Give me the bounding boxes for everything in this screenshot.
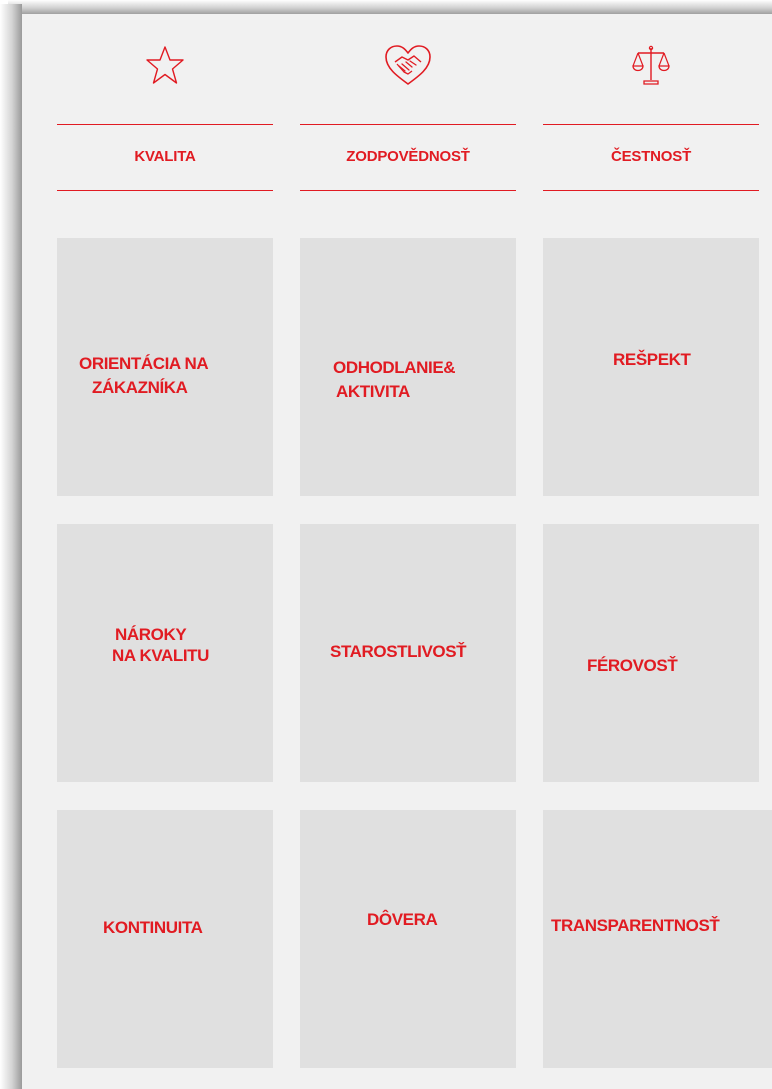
column-header-cestnost: ČESTNOSŤ <box>543 14 759 214</box>
tile-label: ODHODLANIE& AKTIVITA <box>333 358 456 401</box>
tile-label: ORIENTÁCIA NA ZÁKAZNÍKA <box>79 354 209 397</box>
tile-label: NÁROKY NA KVALITU <box>112 625 210 665</box>
tile-label: TRANSPARENTNOSŤ <box>551 916 720 935</box>
value-tile: DÔVERA <box>300 810 516 1068</box>
header-bottom-rule <box>57 190 273 191</box>
value-tile: KONTINUITA <box>57 810 273 1068</box>
value-tile: STAROSTLIVOSŤ <box>300 524 516 782</box>
tile-label: STAROSTLIVOSŤ <box>330 642 467 661</box>
values-graphic: KVALITA ZODPOVĚDNOSŤ ČESTNOSŤ ORIENTÁCIA… <box>0 0 772 1089</box>
heart-handshake-icon <box>300 34 516 98</box>
column-title: KVALITA <box>134 148 196 165</box>
header-top-rule <box>300 124 516 125</box>
tile-label: REŠPEKT <box>613 350 691 369</box>
tile-label: DÔVERA <box>367 910 438 929</box>
top-shadow <box>8 0 772 14</box>
value-tile: ORIENTÁCIA NA ZÁKAZNÍKA <box>57 238 273 496</box>
column-title: ČESTNOSŤ <box>610 148 692 165</box>
star-icon <box>57 34 273 98</box>
tile-label: KONTINUITA <box>103 918 203 937</box>
value-tile: NÁROKY NA KVALITU <box>57 524 273 782</box>
left-shadow <box>0 4 22 1089</box>
header-top-rule <box>57 124 273 125</box>
value-tile: ODHODLANIE& AKTIVITA <box>300 238 516 496</box>
value-tile: TRANSPARENTNOSŤ <box>543 810 772 1068</box>
column-title: ZODPOVĚDNOSŤ <box>346 148 470 165</box>
header-bottom-rule <box>300 190 516 191</box>
scales-icon <box>543 34 759 98</box>
tile-label: FÉROVOSŤ <box>587 656 678 675</box>
column-header-zodpovednost: ZODPOVĚDNOSŤ <box>300 14 516 214</box>
header-top-rule <box>543 124 759 125</box>
value-tile: FÉROVOSŤ <box>543 524 759 782</box>
values-panel: KVALITA ZODPOVĚDNOSŤ ČESTNOSŤ ORIENTÁCIA… <box>22 14 772 1089</box>
header-bottom-rule <box>543 190 759 191</box>
column-header-kvalita: KVALITA <box>57 14 273 214</box>
value-tile: REŠPEKT <box>543 238 759 496</box>
